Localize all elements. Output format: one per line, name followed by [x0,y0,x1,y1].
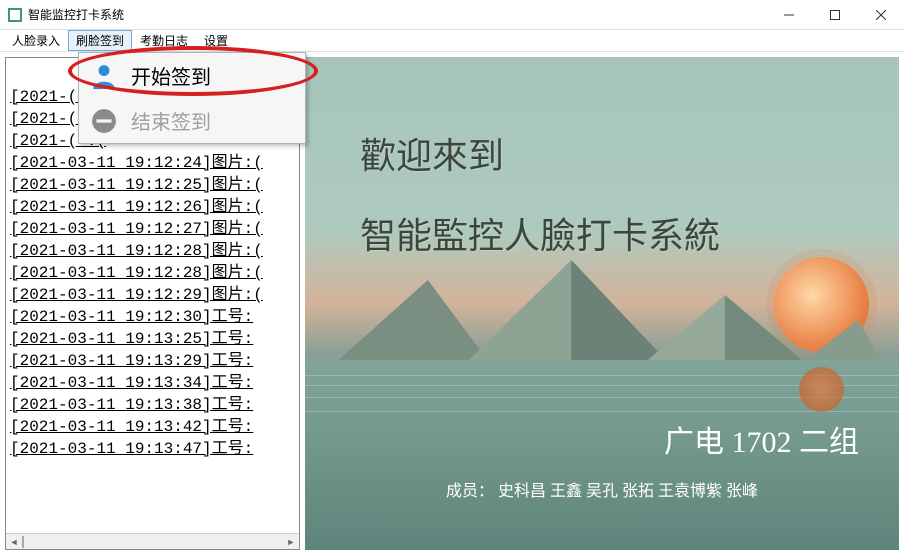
log-line: [2021-03-11 19:12:26]图片:( [10,196,299,218]
titlebar: 智能监控打卡系统 [0,0,904,30]
log-line: [2021-03-11 19:12:28]图片:( [10,240,299,262]
maximize-button[interactable] [812,0,858,30]
signin-dropdown: 开始签到 结束签到 [78,52,306,144]
scroll-right-icon[interactable]: ► [283,537,299,547]
app-icon [8,8,22,22]
log-line: [2021-03-11 19:13:38]工号: [10,394,299,416]
log-line: [2021-03-11 19:13:25]工号: [10,328,299,350]
log-line: [2021-03-11 19:13:29]工号: [10,350,299,372]
menu-item-end-signin: 结束签到 [79,98,305,143]
user-icon [91,63,117,89]
horizontal-scrollbar[interactable]: ◄ ► [6,533,299,549]
log-line: [2021-03-11 19:12:27]图片:( [10,218,299,240]
log-line: [2021-03-11 19:12:25]图片:( [10,174,299,196]
log-line: [2021-03-11 19:12:29]图片:( [10,284,299,306]
window-title: 智能监控打卡系统 [28,6,124,23]
welcome-members: 成员： 史科昌 王鑫 吴孔 张拓 王袁博紫 张峰 [305,477,899,501]
welcome-line1: 歡迎來到 [360,127,504,179]
log-line: [2021-03-11 19:12:30]工号: [10,306,299,328]
minimize-button[interactable] [766,0,812,30]
log-line: [2021-03-11 19:13:47]工号: [10,438,299,460]
end-signin-label: 结束签到 [131,106,211,135]
sun-reflection-graphic [799,367,844,412]
stop-icon [91,108,117,134]
menu-attendance-log[interactable]: 考勤日志 [132,30,196,51]
scroll-thumb[interactable] [22,536,24,548]
close-button[interactable] [858,0,904,30]
welcome-line2: 智能監控人臉打卡系統 [360,207,720,259]
scroll-left-icon[interactable]: ◄ [6,537,22,547]
start-signin-label: 开始签到 [131,61,211,90]
menu-face-enroll[interactable]: 人脸录入 [4,30,68,51]
window-controls [766,0,904,30]
log-line: [2021-03-11 19:13:42]工号: [10,416,299,438]
menu-face-signin[interactable]: 刷脸签到 [68,30,132,51]
welcome-group: 广电 1702 二组 [664,417,859,461]
log-line: [2021-03-11 19:12:24]图片:( [10,152,299,174]
welcome-panel: 歡迎來到 智能監控人臉打卡系統 广电 1702 二组 成员： 史科昌 王鑫 吴孔… [305,57,899,550]
menubar: 人脸录入 刷脸签到 考勤日志 设置 [0,30,904,52]
menu-item-start-signin[interactable]: 开始签到 [79,53,305,98]
log-line: [2021-03-11 19:12:28]图片:( [10,262,299,284]
log-line: [2021-03-11 19:13:34]工号: [10,372,299,394]
menu-settings[interactable]: 设置 [196,30,236,51]
